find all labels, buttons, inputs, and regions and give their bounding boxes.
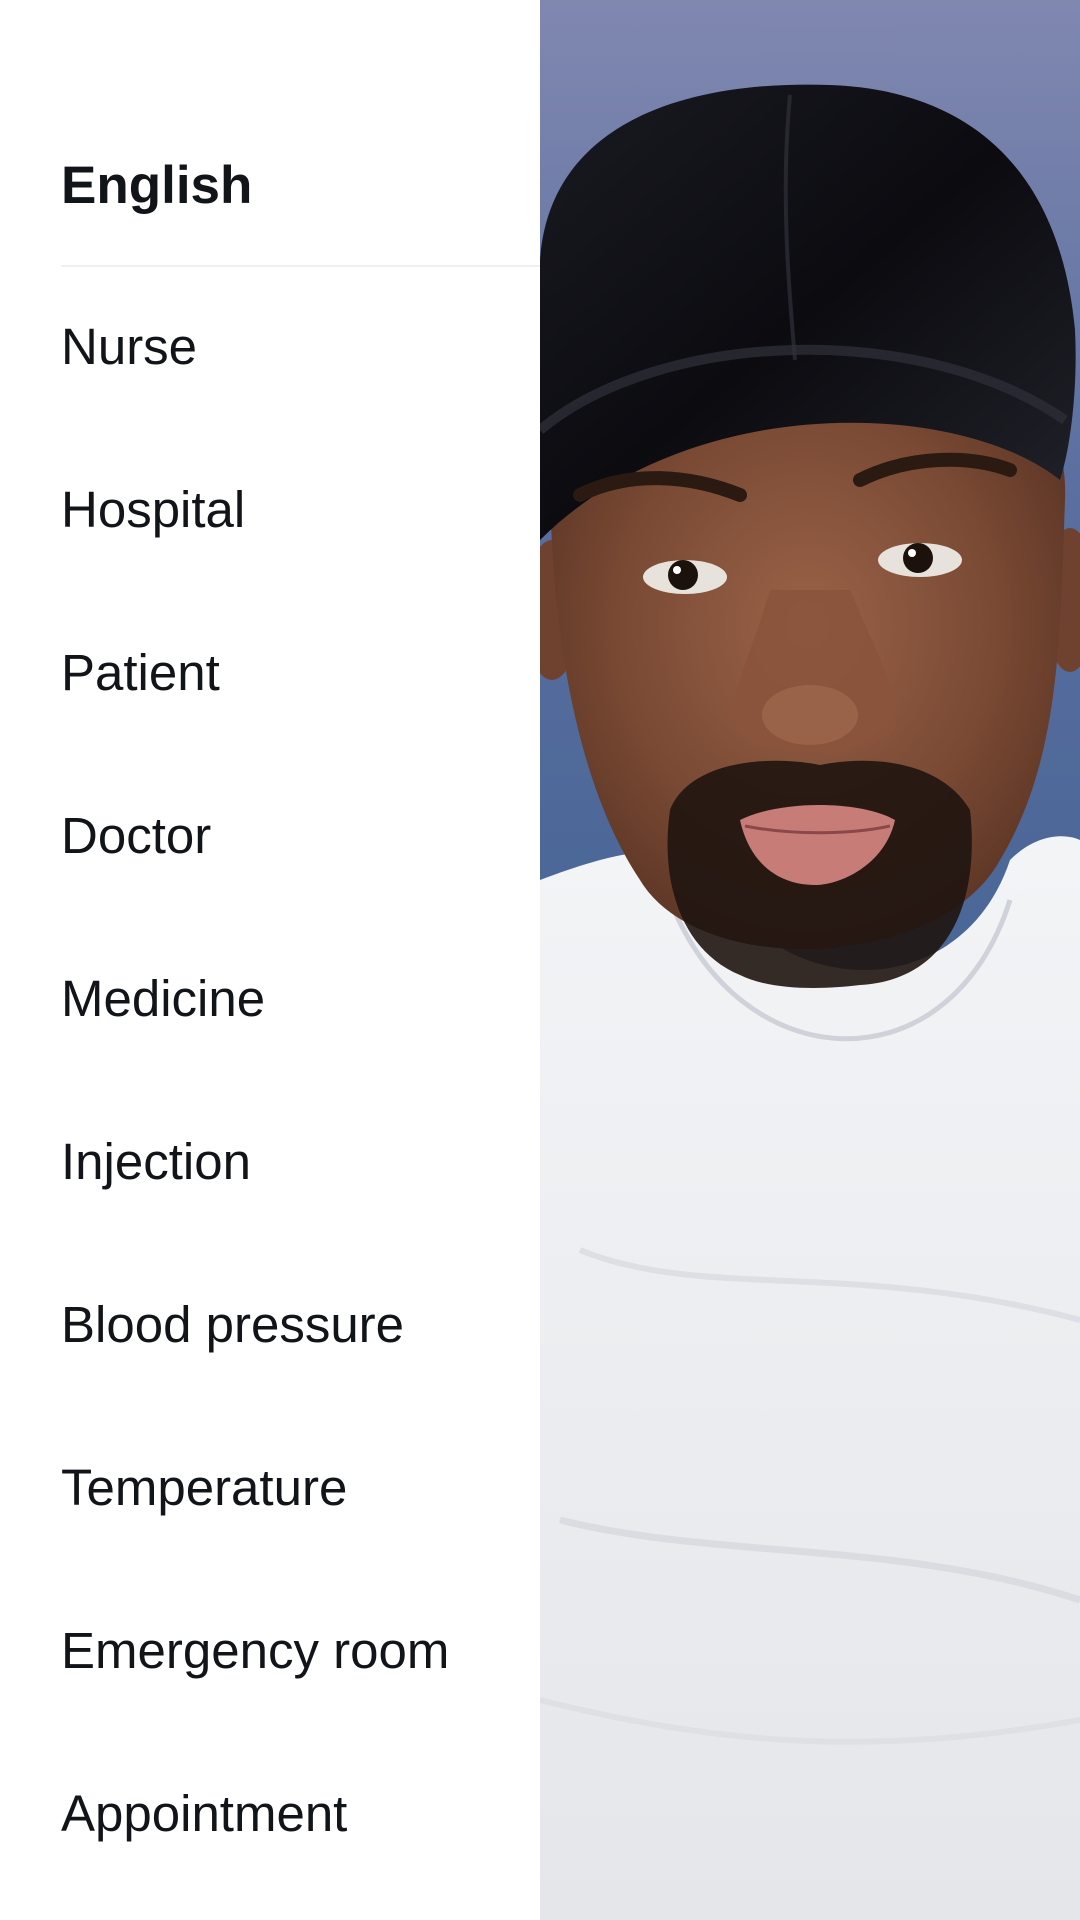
screen: English Nurse Hospital Patient Doctor Me…	[0, 0, 1080, 1920]
word-item-appointment: Appointment	[61, 1785, 348, 1842]
person-photo	[540, 0, 1080, 1920]
vocabulary-panel: English Nurse Hospital Patient Doctor Me…	[0, 0, 540, 1920]
word-item-medicine: Medicine	[61, 970, 266, 1027]
video-feed	[540, 0, 1080, 1920]
word-item-emergency-room: Emergency room	[61, 1622, 450, 1679]
word-item-doctor: Doctor	[61, 807, 212, 864]
word-item-hospital: Hospital	[61, 481, 246, 538]
word-item-injection: Injection	[61, 1133, 251, 1190]
word-item-temperature: Temperature	[61, 1459, 348, 1516]
word-item-nurse: Nurse	[61, 318, 198, 375]
word-item-patient: Patient	[61, 644, 220, 701]
word-item-blood-pressure: Blood pressure	[61, 1296, 405, 1353]
word-list: Nurse Hospital Patient Doctor Medicine I…	[0, 0, 540, 1920]
